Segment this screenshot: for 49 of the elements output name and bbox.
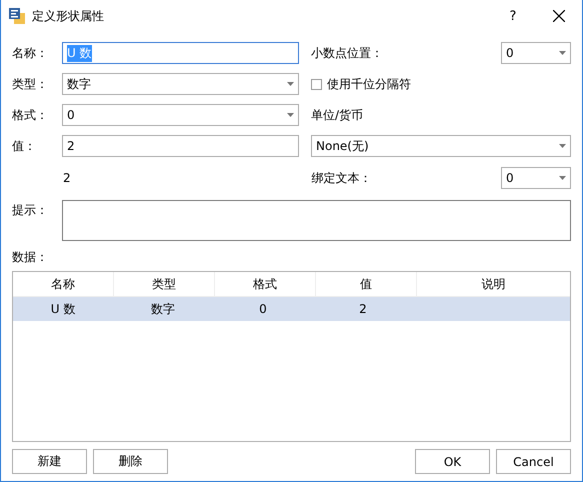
preview-text: 2 <box>63 171 71 185</box>
column-header[interactable]: 名称 <box>13 272 114 296</box>
field-label: 小数点位置： <box>311 44 383 62</box>
column-header[interactable]: 格式 <box>215 272 316 296</box>
dropdown[interactable]: 0 <box>501 42 571 64</box>
dropdown[interactable]: 0 <box>501 167 571 189</box>
field-label: 值： <box>12 138 37 154</box>
field-label: 名称： <box>12 44 49 62</box>
dropdown-value: 0 <box>506 171 514 185</box>
field-label: 单位/货币 <box>311 106 364 124</box>
dropdown-value: 数字 <box>67 76 91 92</box>
field-label: 格式： <box>12 106 49 124</box>
help-button[interactable]: ? <box>490 0 536 32</box>
dialog-button[interactable]: Cancel <box>496 449 571 474</box>
window-title: 定义形状属性 <box>32 8 105 24</box>
dropdown[interactable]: 0 <box>62 104 299 126</box>
field-value: 2 <box>67 139 75 153</box>
caret-icon <box>287 113 294 117</box>
field-label: 提示： <box>12 202 49 219</box>
column-header[interactable]: 类型 <box>114 272 215 296</box>
column-header[interactable]: 值 <box>316 272 417 296</box>
caret-icon <box>559 144 566 148</box>
dialog-button[interactable]: 删除 <box>93 449 168 474</box>
table-cell: 2 <box>359 302 367 316</box>
value-field[interactable]: 2 <box>62 135 299 157</box>
column-header[interactable]: 说明 <box>417 272 570 296</box>
dialog-button[interactable]: OK <box>415 449 490 474</box>
table-cell: 0 <box>259 302 267 316</box>
checkbox-label: 使用千位分隔符 <box>327 76 411 92</box>
table-cell: 数字 <box>151 300 175 318</box>
dropdown[interactable]: 数字 <box>62 73 299 95</box>
dropdown-value: 0 <box>506 46 514 60</box>
dialog-button[interactable]: 新建 <box>12 449 87 474</box>
caret-icon <box>559 176 566 180</box>
checkbox[interactable] <box>311 78 322 90</box>
table-cell: U 数 <box>50 300 76 318</box>
caret-icon <box>287 82 294 86</box>
field-label: 绑定文本： <box>312 170 372 186</box>
table-row[interactable]: U 数 数字 0 2 <box>13 297 570 321</box>
field-value: U 数 <box>67 44 92 62</box>
section-label: 数据： <box>12 250 48 264</box>
close-icon <box>553 10 565 22</box>
field-label: 类型： <box>12 76 49 92</box>
dropdown-value: None(无) <box>316 138 369 154</box>
app-icon <box>9 8 25 24</box>
hint-text-area[interactable] <box>62 200 571 241</box>
dropdown-value: 0 <box>67 108 75 122</box>
dropdown[interactable]: None(无) <box>311 135 571 157</box>
caret-icon <box>559 51 566 55</box>
